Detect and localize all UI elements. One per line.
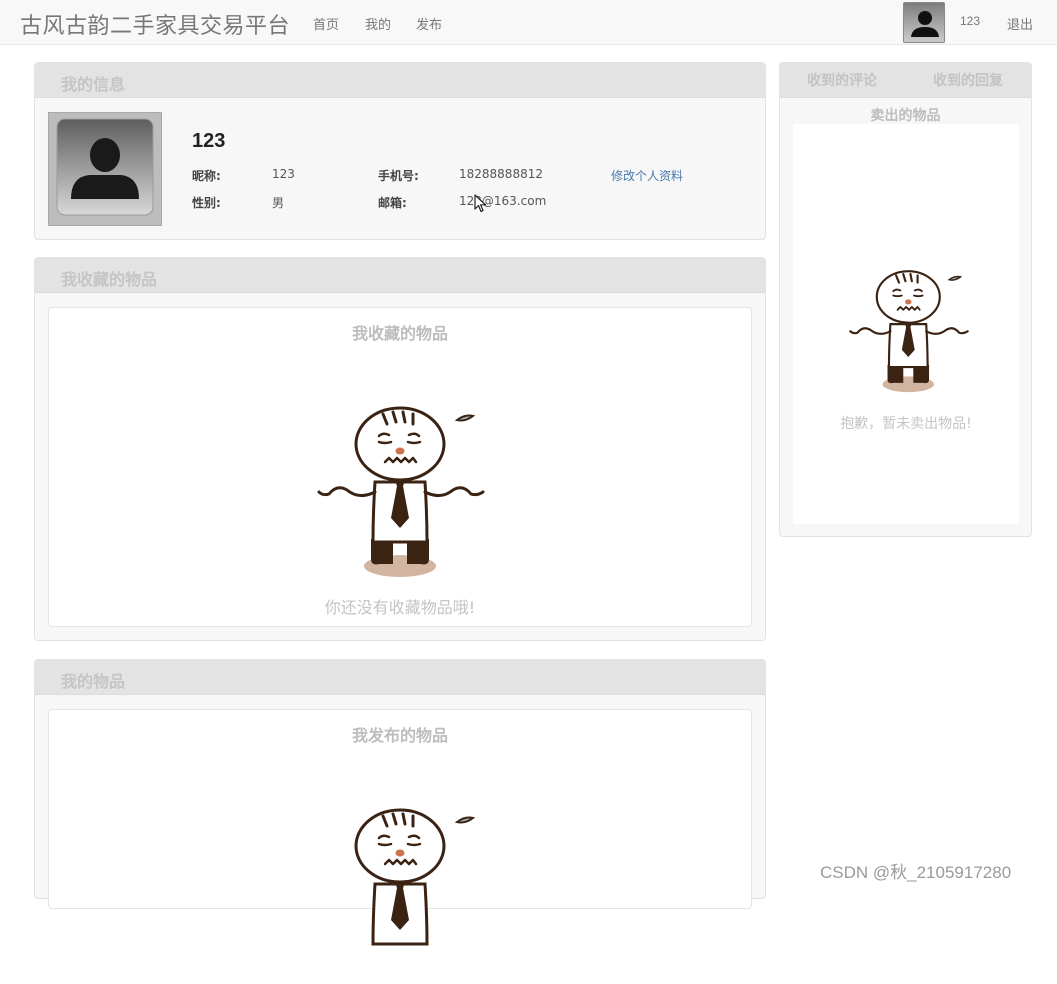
my-items-box-title: 我发布的物品 bbox=[351, 726, 448, 745]
gender-value: 男 bbox=[272, 196, 285, 210]
tab-received-comments[interactable]: 收到的评论 bbox=[807, 70, 877, 90]
logout-link[interactable]: 退出 bbox=[1007, 14, 1033, 33]
csdn-watermark: CSDN @秋_2105917280 bbox=[820, 863, 1012, 882]
nickname-label: 昵称: bbox=[192, 169, 221, 183]
my-items-panel-title: 我的物品 bbox=[61, 672, 126, 691]
nickname-value: 123 bbox=[272, 167, 295, 181]
favorites-panel-header: 我收藏的物品 bbox=[35, 258, 765, 293]
sold-items-title: 卖出的物品 bbox=[870, 108, 941, 124]
confused-man-illustration bbox=[849, 270, 969, 393]
edit-profile-link[interactable]: 修改个人资料 bbox=[611, 167, 683, 184]
nav-username[interactable]: 123 bbox=[960, 14, 980, 28]
gender-label: 性别: bbox=[192, 196, 221, 210]
my-items-panel-header: 我的物品 bbox=[35, 660, 765, 695]
favorites-panel: 我收藏的物品 我收藏的物品 你还没有收藏物品哦! bbox=[34, 257, 766, 641]
profile-avatar bbox=[48, 112, 162, 226]
confused-man-illustration bbox=[354, 808, 476, 946]
email-value: 123@163.com bbox=[459, 194, 547, 208]
my-items-panel: 我的物品 我发布的物品 bbox=[34, 659, 766, 946]
brand-title[interactable]: 古风古韵二手家具交易平台 bbox=[20, 8, 290, 40]
nav-avatar[interactable] bbox=[903, 2, 945, 43]
favorites-box-title: 我收藏的物品 bbox=[351, 324, 448, 343]
favorites-empty-message: 你还没有收藏物品哦! bbox=[324, 598, 476, 617]
confused-man-illustration bbox=[317, 406, 485, 577]
user-silhouette-icon bbox=[49, 113, 161, 225]
profile-panel-title: 我的信息 bbox=[61, 75, 126, 94]
user-silhouette-icon bbox=[904, 3, 944, 42]
tab-received-replies[interactable]: 收到的回复 bbox=[933, 70, 1003, 90]
profile-panel: 我的信息 123 昵称: 123 手机号: 18288888812 修改个人资料… bbox=[34, 62, 766, 240]
top-navbar: 古风古韵二手家具交易平台 首页 我的 发布 123 退出 bbox=[0, 0, 1057, 45]
nav-link-publish[interactable]: 发布 bbox=[416, 14, 442, 33]
phone-label: 手机号: bbox=[378, 169, 419, 183]
phone-value: 18288888812 bbox=[459, 167, 543, 181]
profile-panel-header: 我的信息 bbox=[35, 63, 765, 98]
favorites-box: 我收藏的物品 你还没有收藏物品哦! bbox=[48, 307, 752, 627]
profile-display-name: 123 bbox=[192, 130, 226, 152]
my-items-box: 我发布的物品 bbox=[48, 709, 752, 946]
email-label: 邮箱: bbox=[378, 196, 407, 210]
nav-link-mine[interactable]: 我的 bbox=[365, 14, 391, 33]
sidebar-panel: 收到的评论 收到的回复 卖出的物品 抱歉，暂未卖出物品! bbox=[779, 62, 1032, 537]
mouse-cursor-icon bbox=[474, 194, 487, 213]
sold-items-box: 抱歉，暂未卖出物品! bbox=[793, 124, 1019, 524]
sidebar-tabs-header: 收到的评论 收到的回复 bbox=[780, 63, 1031, 98]
sold-items-empty-message: 抱歉，暂未卖出物品! bbox=[840, 416, 972, 432]
favorites-panel-title: 我收藏的物品 bbox=[61, 270, 158, 289]
nav-link-home[interactable]: 首页 bbox=[313, 14, 339, 33]
